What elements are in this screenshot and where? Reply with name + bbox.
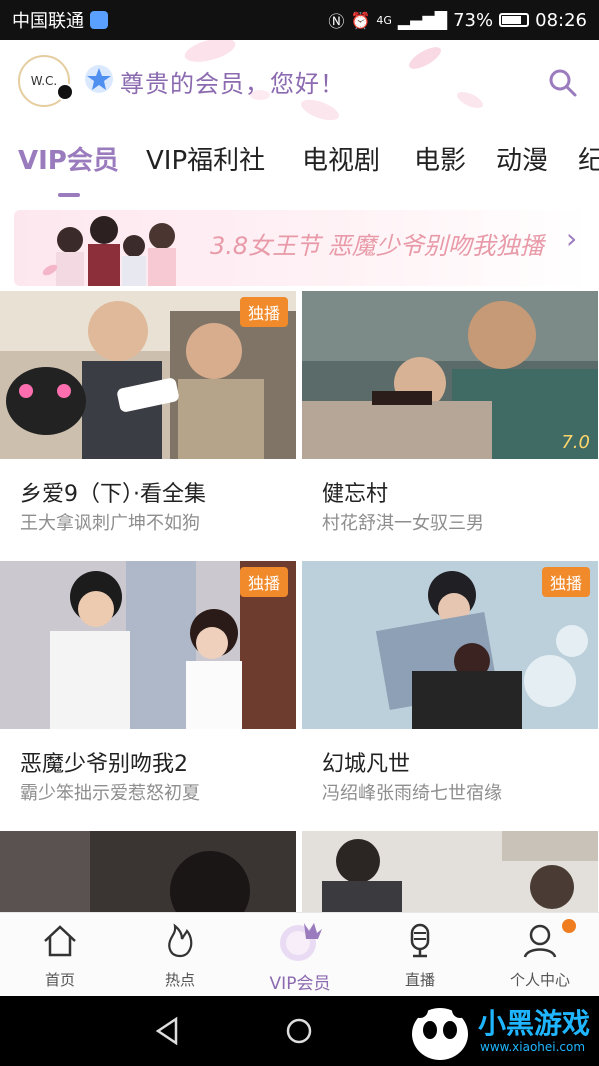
back-icon[interactable] [152,1016,182,1046]
header: W.C. 尊贵的会员，您好！ [0,40,599,124]
microphone-icon [410,923,430,958]
video-card[interactable]: 7.0 健忘村 村花舒淇一女驭三男 [302,291,598,561]
avatar-text: W.C. [30,74,58,88]
bottom-navigation: 首页 热点 VIP会员 直播 个人中心 [0,912,599,996]
card-title: 健忘村 [322,482,389,507]
carrier-label: 中国联通 [12,11,84,32]
video-thumbnail: 7.0 [302,291,598,459]
exclusive-badge: 独播 [541,567,590,597]
home-circle-icon[interactable] [284,1016,314,1046]
nav-label: 热点 [164,971,195,989]
greeting-text: 尊贵的会员，您好！ [120,70,345,98]
nav-hot[interactable]: 热点 [120,913,240,996]
card-subtitle: 王大拿讽刺广坤不如狗 [20,513,200,534]
signal-icon: ▂▄▆█ [397,10,448,30]
video-card[interactable]: 独播 乡爱9（下）·看全集 王大拿讽刺广坤不如狗 [0,291,296,561]
promo-banner[interactable]: 3.8女王节 恶魔少爷别吻我独播 › [14,210,590,286]
tab-documentary[interactable]: 纪 [578,140,599,177]
card-subtitle: 村花舒淇一女驭三男 [322,513,484,534]
search-icon[interactable] [546,66,580,100]
video-thumbnail: 独播 [0,291,296,459]
tab-vip-welfare[interactable]: VIP福利社 [146,140,265,177]
video-thumbnail: 独播 [0,561,296,729]
video-card[interactable] [0,831,296,912]
watermark-url: www.xiaohei.com [480,1040,586,1054]
card-title: 幻城凡世 [322,752,411,777]
nav-home[interactable]: 首页 [0,913,120,996]
card-title: 恶魔少爷别吻我2 [20,752,188,777]
vip-crown-icon [280,923,322,961]
alarm-icon: ⏰ [350,10,371,30]
video-card[interactable] [302,831,598,912]
tab-movies[interactable]: 电影 [414,140,466,177]
tab-tv-series[interactable]: 电视剧 [302,140,380,177]
clock: 08:26 [535,9,587,31]
card-subtitle: 霸少笨拙示爱惹怒初夏 [20,783,200,804]
network-label: 4G [376,13,392,27]
battery-percent: 73% [453,9,494,31]
battery-icon [499,13,530,27]
card-subtitle: 冯绍峰张雨绮七世宿缘 [322,783,502,804]
tab-anime[interactable]: 动漫 [496,140,548,177]
nav-vip[interactable]: VIP会员 [240,913,360,996]
qq-icon [56,83,74,101]
nav-label: VIP会员 [269,974,331,994]
video-card[interactable]: 独播 恶魔少爷别吻我2 霸少笨拙示爱惹怒初夏 [0,561,296,831]
flame-icon [168,923,193,958]
nav-live[interactable]: 直播 [360,913,480,996]
nav-profile[interactable]: 个人中心 [480,913,599,996]
category-tabs: VIP会员 VIP福利社 电视剧 电影 动漫 纪 [0,140,599,200]
vip-star-icon [85,65,113,93]
notification-dot [562,919,576,933]
tab-indicator [58,193,80,197]
chevron-right-icon: › [566,222,578,255]
video-thumbnail: 独播 [302,561,598,729]
home-icon [44,925,76,957]
status-bar: 中国联通 Ⓝ ⏰ 4G ▂▄▆█ 73% 08:26 [0,0,599,40]
banner-text: 3.8女王节 恶魔少爷别吻我独播 [210,232,544,260]
video-card[interactable]: 独播 幻城凡世 冯绍峰张雨绮七世宿缘 [302,561,598,831]
video-thumbnail [302,831,598,912]
video-thumbnail [0,831,296,912]
nav-label: 直播 [404,971,435,989]
carrier-badge-icon [90,11,108,29]
person-icon [523,924,557,958]
card-title: 乡爱9（下）·看全集 [20,482,206,507]
nav-label: 首页 [44,971,75,989]
site-watermark: 小黑游戏 www.xiaohei.com [408,996,598,1066]
tab-vip[interactable]: VIP会员 [18,140,119,177]
system-navigation-bar: 小黑游戏 www.xiaohei.com [0,996,599,1066]
status-right: Ⓝ ⏰ 4G ▂▄▆█ 73% 08:26 [328,8,587,32]
status-left: 中国联通 [12,7,108,33]
nfc-icon: Ⓝ [328,12,345,31]
exclusive-badge: 独播 [239,567,288,597]
app-screen: W.C. 尊贵的会员，您好！ VIP会员 VIP福利社 电视剧 电影 动漫 纪 [0,40,599,996]
rating-score: 7.0 [561,432,590,453]
nav-label: 个人中心 [509,971,570,989]
exclusive-badge: 独播 [239,297,288,327]
watermark-title: 小黑游戏 [478,1007,591,1040]
banner-cast-image [42,216,176,286]
